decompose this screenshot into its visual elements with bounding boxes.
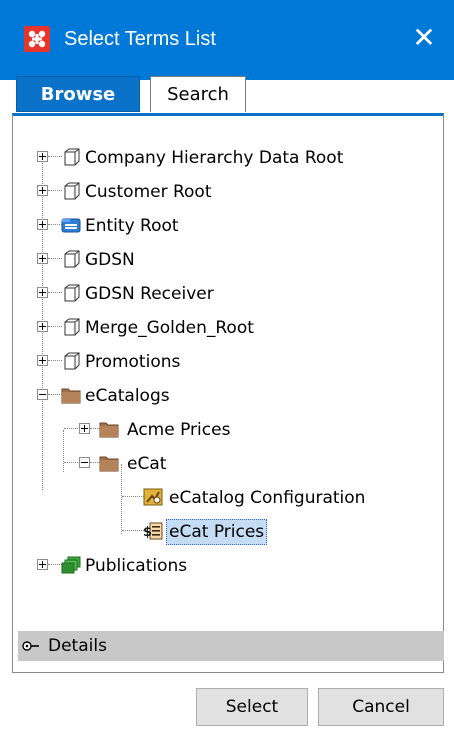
tree-item-label: Publications: [85, 556, 188, 576]
expand-icon[interactable]: [79, 423, 90, 434]
tree-item-label: eCatalogs: [85, 386, 170, 406]
browse-panel: Company Hierarchy Data Root Customer Roo…: [12, 113, 444, 673]
collapse-toggle-icon[interactable]: [22, 640, 40, 652]
collapse-icon[interactable]: [37, 389, 48, 400]
tree-item-label: GDSN: [85, 250, 135, 270]
tree-item-label: eCatalog Configuration: [169, 488, 366, 508]
collapse-icon[interactable]: [79, 457, 90, 468]
tree-item-ecatalogs[interactable]: eCatalogs: [13, 382, 443, 410]
expand-icon[interactable]: [37, 185, 48, 196]
expand-icon[interactable]: [37, 287, 48, 298]
publications-icon: [61, 556, 81, 574]
tree-item-ecat-prices[interactable]: $ eCat Prices: [13, 518, 443, 546]
window-title: Select Terms List: [64, 28, 216, 50]
expand-icon[interactable]: [37, 219, 48, 230]
expand-icon[interactable]: [37, 151, 48, 162]
node-cube-icon: [64, 284, 80, 302]
price-list-icon: $: [143, 522, 163, 540]
svg-text:$: $: [143, 525, 152, 540]
expand-icon[interactable]: [37, 321, 48, 332]
node-cube-icon: [64, 182, 80, 200]
expand-icon[interactable]: [37, 355, 48, 366]
tab-search[interactable]: Search: [150, 76, 246, 112]
tree-item-entity-root[interactable]: Entity Root: [13, 212, 443, 240]
tab-strip: Browse Search: [12, 76, 444, 114]
node-cube-icon: [64, 352, 80, 370]
tree-item-customer-root[interactable]: Customer Root: [13, 178, 443, 206]
app-logo-icon: [24, 26, 50, 52]
folder-icon: [99, 422, 119, 438]
expand-icon[interactable]: [37, 253, 48, 264]
tree-item-label: Merge_Golden_Root: [85, 318, 254, 338]
details-section-header[interactable]: Details: [18, 631, 444, 661]
tree-item-label: Company Hierarchy Data Root: [85, 148, 344, 168]
ecatalog-configuration-icon: [143, 488, 163, 506]
tree-item-company-hierarchy[interactable]: Company Hierarchy Data Root: [13, 144, 443, 172]
tree-item-label: Acme Prices: [127, 420, 231, 440]
close-icon: ✕: [412, 21, 436, 54]
close-button[interactable]: ✕: [404, 18, 444, 58]
tree-item-ecat[interactable]: eCat: [13, 450, 443, 478]
terms-tree: Company Hierarchy Data Root Customer Roo…: [13, 116, 443, 672]
tree-item-label: GDSN Receiver: [85, 284, 214, 304]
tree-item-promotions[interactable]: Promotions: [13, 348, 443, 376]
tree-item-ecatalog-configuration[interactable]: eCatalog Configuration: [13, 484, 443, 512]
tree-item-label: eCat Prices: [166, 519, 268, 545]
node-cube-icon: [64, 250, 80, 268]
tree-item-gdsn-receiver[interactable]: GDSN Receiver: [13, 280, 443, 308]
tree-item-merge-golden-root[interactable]: Merge_Golden_Root: [13, 314, 443, 342]
node-cube-icon: [64, 148, 80, 166]
tree-item-gdsn[interactable]: GDSN: [13, 246, 443, 274]
tree-item-acme-prices[interactable]: Acme Prices: [13, 416, 443, 444]
tree-item-publications[interactable]: Publications: [13, 552, 443, 580]
expand-icon[interactable]: [37, 559, 48, 570]
tree-item-label: Entity Root: [85, 216, 179, 236]
node-cube-icon: [64, 318, 80, 336]
cancel-button[interactable]: Cancel: [318, 688, 444, 726]
tree-item-label: Customer Root: [85, 182, 212, 202]
tree-item-label: eCat: [127, 454, 167, 474]
select-button[interactable]: Select: [196, 688, 308, 726]
folder-icon: [99, 456, 119, 472]
details-label: Details: [48, 636, 107, 656]
tree-item-label: Promotions: [85, 352, 181, 372]
title-bar: Select Terms List ✕: [0, 0, 454, 80]
tab-browse[interactable]: Browse: [16, 76, 140, 112]
folder-icon: [61, 388, 81, 404]
entity-root-icon: [61, 218, 81, 233]
